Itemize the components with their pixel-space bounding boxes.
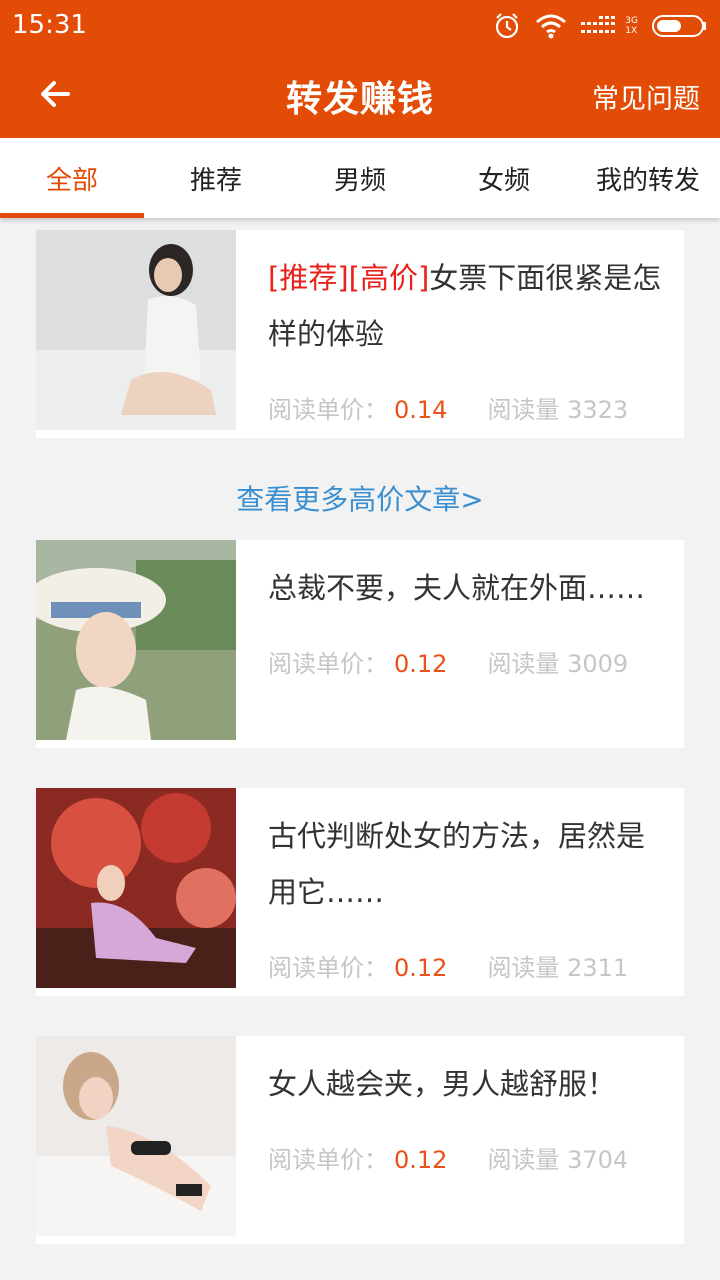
status-icons: 3G 1X bbox=[493, 10, 708, 42]
article-title: 古代判断处女的方法，居然是用它…… bbox=[268, 808, 664, 920]
article-meta: 阅读单价： 0.12 阅读量 3009 bbox=[268, 644, 628, 679]
status-time: 15:31 bbox=[12, 10, 87, 40]
article-card[interactable]: 女人越会夹，男人越舒服！ 阅读单价： 0.12 阅读量 3704 bbox=[36, 1036, 684, 1244]
tab-my-shares[interactable]: 我的转发 bbox=[576, 138, 720, 218]
article-title-text: 总裁不要，夫人就在外面…… bbox=[268, 571, 646, 605]
article-meta: 阅读单价： 0.14 阅读量 3323 bbox=[268, 390, 628, 425]
status-bar: 15:31 3G 1X bbox=[0, 0, 720, 50]
reads-label: 阅读量 bbox=[487, 1146, 560, 1174]
article-tags: [推荐][高价] bbox=[268, 261, 430, 295]
faq-link[interactable]: 常见问题 bbox=[592, 77, 700, 116]
reads-label: 阅读量 bbox=[487, 954, 560, 982]
tab-male[interactable]: 男频 bbox=[288, 138, 432, 218]
article-title: 总裁不要，夫人就在外面…… bbox=[268, 560, 664, 616]
price-value: 0.12 bbox=[394, 1146, 448, 1174]
reads-value: 3323 bbox=[567, 396, 629, 424]
network-type: 3G 1X bbox=[625, 16, 638, 36]
app-header: 转发赚钱 常见问题 bbox=[0, 50, 720, 138]
article-title: [推荐][高价]女票下面很紧是怎样的体验 bbox=[268, 250, 664, 362]
reads-value: 2311 bbox=[567, 954, 629, 982]
reads-label: 阅读量 bbox=[487, 396, 560, 424]
reads-value: 3009 bbox=[567, 650, 629, 678]
tab-female[interactable]: 女频 bbox=[432, 138, 576, 218]
article-title-text: 古代判断处女的方法，居然是用它…… bbox=[268, 819, 646, 909]
article-meta: 阅读单价： 0.12 阅读量 3704 bbox=[268, 1140, 628, 1175]
category-tabs: 全部 推荐 男频 女频 我的转发 bbox=[0, 138, 720, 218]
network-type-top: 3G bbox=[625, 16, 638, 26]
article-title: 女人越会夹，男人越舒服！ bbox=[268, 1056, 664, 1112]
reads-label: 阅读量 bbox=[487, 650, 560, 678]
alarm-icon bbox=[496, 13, 519, 39]
article-card[interactable]: [推荐][高价]女票下面很紧是怎样的体验 阅读单价： 0.14 阅读量 3323 bbox=[36, 230, 684, 438]
price-value: 0.14 bbox=[394, 396, 448, 424]
article-title-text: 女人越会夹，男人越舒服！ bbox=[268, 1067, 617, 1101]
article-thumbnail bbox=[36, 540, 236, 740]
network-type-bottom: 1X bbox=[625, 26, 638, 36]
wifi-icon bbox=[536, 14, 567, 39]
signal-icon bbox=[581, 16, 616, 33]
reads-value: 3704 bbox=[567, 1146, 629, 1174]
price-value: 0.12 bbox=[394, 650, 448, 678]
price-label: 阅读单价： bbox=[268, 1146, 388, 1174]
price-value: 0.12 bbox=[394, 954, 448, 982]
price-label: 阅读单价： bbox=[268, 396, 388, 424]
more-high-price-link[interactable]: 查看更多高价文章> bbox=[0, 478, 720, 518]
price-label: 阅读单价： bbox=[268, 650, 388, 678]
battery-icon bbox=[652, 15, 706, 37]
article-thumbnail bbox=[36, 230, 236, 430]
article-meta: 阅读单价： 0.12 阅读量 2311 bbox=[268, 948, 628, 983]
article-card[interactable]: 总裁不要，夫人就在外面…… 阅读单价： 0.12 阅读量 3009 bbox=[36, 540, 684, 748]
tab-recommended[interactable]: 推荐 bbox=[144, 138, 288, 218]
article-thumbnail bbox=[36, 788, 236, 988]
price-label: 阅读单价： bbox=[268, 954, 388, 982]
tab-all[interactable]: 全部 bbox=[0, 138, 144, 218]
article-card[interactable]: 古代判断处女的方法，居然是用它…… 阅读单价： 0.12 阅读量 2311 bbox=[36, 788, 684, 996]
article-thumbnail bbox=[36, 1036, 236, 1236]
